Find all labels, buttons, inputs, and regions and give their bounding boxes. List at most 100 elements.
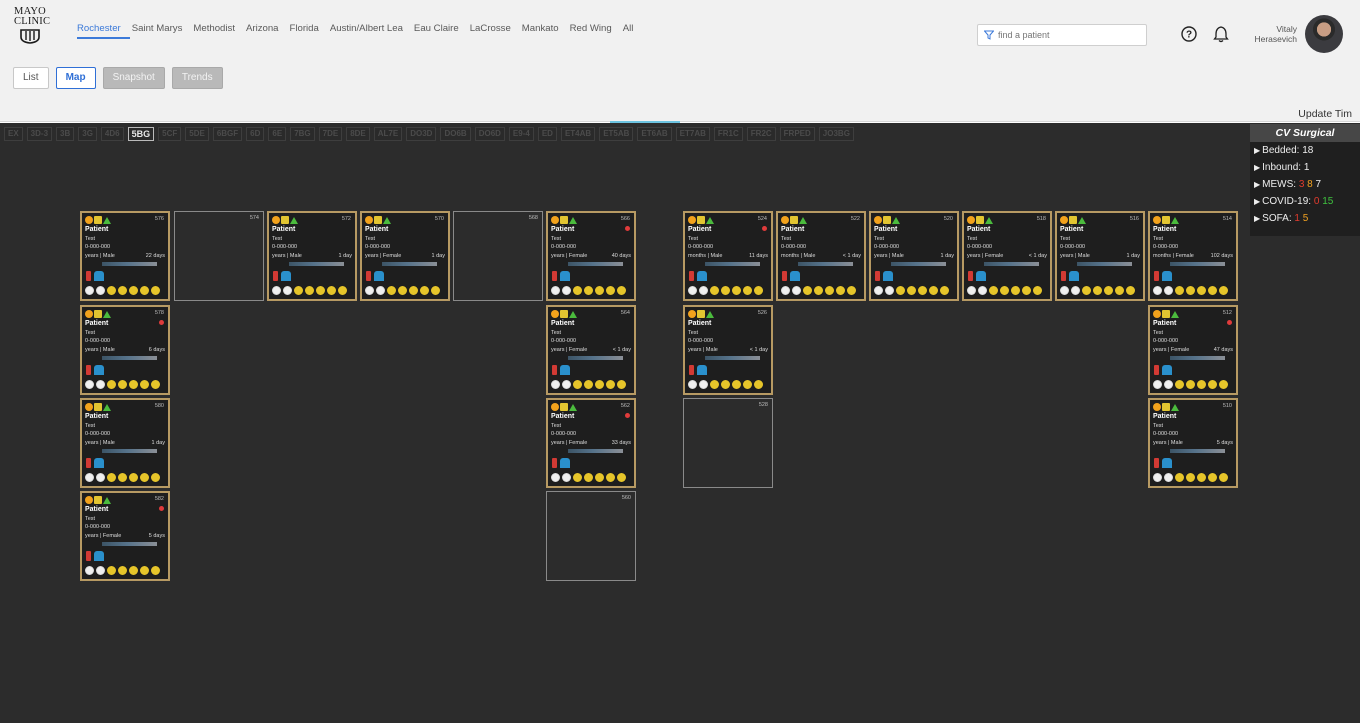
bundle-icon-5[interactable] xyxy=(825,286,834,295)
bundle-icon-7[interactable] xyxy=(847,286,856,295)
location-tab-red-wing[interactable]: Red Wing xyxy=(570,23,621,39)
bundle-icon-7[interactable] xyxy=(151,286,160,295)
bundle-icon-5[interactable] xyxy=(129,286,138,295)
bed-tile-582[interactable]: 582 Patient Test 0-000-000 years | Femal… xyxy=(80,491,170,581)
unit-tab-ex[interactable]: EX xyxy=(4,127,23,141)
bed-tile-512[interactable]: 512 Patient Test 0-000-000 years | Femal… xyxy=(1148,305,1238,395)
bed-tile-564[interactable]: 564 Patient Test 0-000-000 years | Femal… xyxy=(546,305,636,395)
location-tab-florida[interactable]: Florida xyxy=(290,23,328,39)
bundle-icon-6[interactable] xyxy=(836,286,845,295)
bundle-icon-7[interactable] xyxy=(151,380,160,389)
unit-tab-6d[interactable]: 6D xyxy=(246,127,265,141)
bundle-icon-5[interactable] xyxy=(1011,286,1020,295)
bed-tile-526[interactable]: 526 Patient Test 0-000-000 years | Male … xyxy=(683,305,773,395)
bundle-icon-7[interactable] xyxy=(754,286,763,295)
bed-tile-578[interactable]: 578 Patient Test 0-000-000 years | Male … xyxy=(80,305,170,395)
unit-tab-8de[interactable]: 8DE xyxy=(346,127,370,141)
bundle-icon-2[interactable] xyxy=(562,286,571,295)
bundle-icon-6[interactable] xyxy=(1115,286,1124,295)
unit-tab-fr2c[interactable]: FR2C xyxy=(746,127,776,141)
bed-tile-524[interactable]: 524 Patient Test 0-000-000 months | Male… xyxy=(683,211,773,301)
bundle-icon-6[interactable] xyxy=(140,566,149,575)
bundle-icon-7[interactable] xyxy=(151,473,160,482)
bed-tile-514[interactable]: 514 Patient Test 0-000-000 months | Fema… xyxy=(1148,211,1238,301)
bundle-icon-4[interactable] xyxy=(118,566,127,575)
bundle-icon-7[interactable] xyxy=(431,286,440,295)
bundle-icon-2[interactable] xyxy=(96,380,105,389)
bundle-icon-5[interactable] xyxy=(918,286,927,295)
bundle-icon-7[interactable] xyxy=(338,286,347,295)
bundle-icon-4[interactable] xyxy=(721,380,730,389)
bundle-icon-5[interactable] xyxy=(732,380,741,389)
unit-tab-3g[interactable]: 3G xyxy=(78,127,97,141)
bundle-icon-2[interactable] xyxy=(792,286,801,295)
bundle-icon-2[interactable] xyxy=(96,566,105,575)
location-tab-all[interactable]: All xyxy=(623,23,643,39)
bundle-icon-4[interactable] xyxy=(814,286,823,295)
unit-tab-jo3bg[interactable]: JO3BG xyxy=(818,127,854,141)
bundle-icon-4[interactable] xyxy=(1093,286,1102,295)
bundle-icon-1[interactable] xyxy=(272,286,281,295)
bed-tile-522[interactable]: 522 Patient Test 0-000-000 months | Male… xyxy=(776,211,866,301)
unit-tab-5cf[interactable]: 5CF xyxy=(158,127,182,141)
bundle-icon-7[interactable] xyxy=(617,473,626,482)
bundle-icon-7[interactable] xyxy=(1033,286,1042,295)
bundle-icon-6[interactable] xyxy=(606,380,615,389)
bundle-icon-7[interactable] xyxy=(1219,473,1228,482)
bundle-icon-6[interactable] xyxy=(606,473,615,482)
bundle-icon-3[interactable] xyxy=(107,380,116,389)
bundle-icon-7[interactable] xyxy=(940,286,949,295)
bundle-icon-1[interactable] xyxy=(1153,286,1162,295)
bed-tile-580[interactable]: 580 Patient Test 0-000-000 years | Male … xyxy=(80,398,170,488)
bundle-icon-2[interactable] xyxy=(1071,286,1080,295)
bundle-icon-1[interactable] xyxy=(1153,380,1162,389)
unit-tab-et5ab[interactable]: ET5AB xyxy=(599,127,634,141)
unit-tab-4d6[interactable]: 4D6 xyxy=(100,127,124,141)
unit-tab-7bg[interactable]: 7BG xyxy=(290,127,315,141)
bed-tile-574[interactable]: 574 xyxy=(174,211,264,301)
bundle-icon-4[interactable] xyxy=(118,380,127,389)
unit-tab-7de[interactable]: 7DE xyxy=(318,127,343,141)
bundle-icon-1[interactable] xyxy=(1153,473,1162,482)
bundle-icon-5[interactable] xyxy=(129,380,138,389)
bundle-icon-2[interactable] xyxy=(562,380,571,389)
bundle-icon-6[interactable] xyxy=(327,286,336,295)
location-tab-eau-claire[interactable]: Eau Claire xyxy=(414,23,468,39)
bundle-icon-3[interactable] xyxy=(107,566,116,575)
bundle-icon-4[interactable] xyxy=(118,473,127,482)
bundle-icon-2[interactable] xyxy=(562,473,571,482)
bundle-icon-2[interactable] xyxy=(885,286,894,295)
unit-tab-6bgf[interactable]: 6BGF xyxy=(212,127,243,141)
unit-tab-3d-3[interactable]: 3D-3 xyxy=(26,127,53,141)
avatar[interactable] xyxy=(1305,15,1343,53)
help-icon[interactable]: ? xyxy=(1181,26,1197,42)
bed-tile-520[interactable]: 520 Patient Test 0-000-000 years | Male … xyxy=(869,211,959,301)
unit-tab-5bg[interactable]: 5BG xyxy=(127,127,155,141)
bundle-icon-1[interactable] xyxy=(551,286,560,295)
unit-tab-3b[interactable]: 3B xyxy=(56,127,75,141)
bundle-icon-7[interactable] xyxy=(1219,286,1228,295)
bundle-icon-1[interactable] xyxy=(85,380,94,389)
bundle-icon-4[interactable] xyxy=(305,286,314,295)
location-tab-austin-albert-lea[interactable]: Austin/Albert Lea xyxy=(330,23,412,39)
bundle-icon-1[interactable] xyxy=(967,286,976,295)
user-name[interactable]: Vitaly Herasevich xyxy=(1245,24,1297,44)
bundle-icon-2[interactable] xyxy=(699,286,708,295)
bundle-icon-4[interactable] xyxy=(1186,473,1195,482)
bed-tile-576[interactable]: 576 Patient Test 0-000-000 years | Male … xyxy=(80,211,170,301)
bundle-icon-2[interactable] xyxy=(978,286,987,295)
bundle-icon-5[interactable] xyxy=(1197,473,1206,482)
bundle-icon-5[interactable] xyxy=(732,286,741,295)
bundle-icon-1[interactable] xyxy=(688,380,697,389)
bundle-icon-7[interactable] xyxy=(754,380,763,389)
unit-tab-ed[interactable]: ED xyxy=(537,127,557,141)
map-view-button[interactable]: Map xyxy=(55,67,96,89)
bundle-icon-4[interactable] xyxy=(1186,286,1195,295)
bundle-icon-1[interactable] xyxy=(551,473,560,482)
bundle-icon-6[interactable] xyxy=(1208,380,1217,389)
bundle-icon-3[interactable] xyxy=(803,286,812,295)
unit-tab-al7e[interactable]: AL7E xyxy=(373,127,403,141)
bed-tile-570[interactable]: 570 Patient Test 0-000-000 years | Femal… xyxy=(360,211,450,301)
bundle-icon-4[interactable] xyxy=(118,286,127,295)
unit-tab-et6ab[interactable]: ET6AB xyxy=(637,127,672,141)
